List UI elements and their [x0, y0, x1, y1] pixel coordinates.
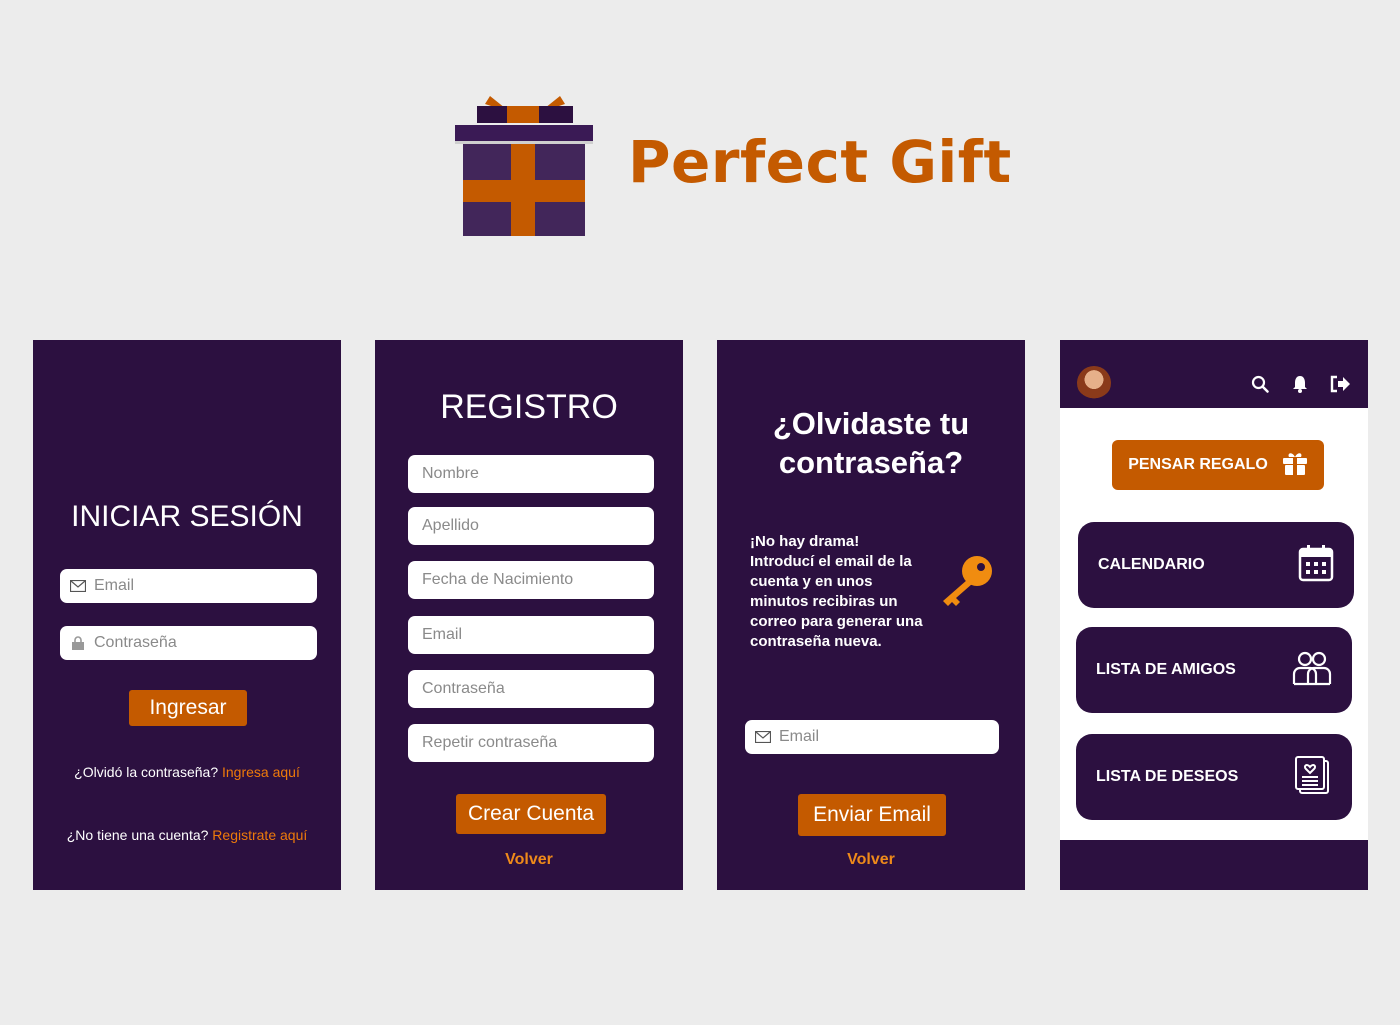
message-line: contraseña nueva. — [750, 633, 882, 650]
field-placeholder: Nombre — [422, 465, 479, 482]
message-line: cuenta y en unos — [750, 573, 873, 590]
envelope-icon — [755, 729, 771, 745]
wishlist-icon — [1294, 755, 1332, 800]
brand-title: Perfect Gift — [628, 128, 1012, 196]
birthdate-field[interactable]: Fecha de Nacimiento — [408, 561, 654, 599]
message-line: correo para generar una — [750, 613, 923, 630]
field-placeholder: Contraseña — [422, 680, 505, 697]
key-icon — [939, 553, 995, 614]
card-label: LISTA DE DESEOS — [1096, 768, 1239, 785]
forgot-password-screen: ¿Olvidaste tu contraseña? ¡No hay drama!… — [717, 340, 1025, 890]
search-icon[interactable] — [1250, 374, 1270, 394]
password-field[interactable]: Contraseña — [408, 670, 654, 708]
message-line: Introducí el email de la — [750, 553, 912, 570]
bell-icon[interactable] — [1290, 374, 1310, 394]
field-placeholder: Repetir contraseña — [422, 734, 558, 751]
field-placeholder: Email — [422, 626, 463, 643]
password-field[interactable]: Contraseña — [60, 626, 317, 660]
email-placeholder: Email — [94, 577, 135, 594]
field-placeholder: Fecha de Nacimiento — [422, 571, 574, 588]
forgot-text: ¿Olvidó la contraseña? — [74, 764, 219, 780]
friends-icon — [1292, 650, 1332, 691]
forgot-password-row: ¿Olvidó la contraseña? Ingresa aquí — [33, 764, 341, 780]
signup-text: ¿No tiene una cuenta? — [66, 827, 209, 843]
calendar-card[interactable]: CALENDARIO — [1078, 522, 1354, 608]
think-gift-button[interactable]: PENSAR REGALO — [1112, 440, 1324, 490]
surname-field[interactable]: Apellido — [408, 507, 654, 545]
email-field[interactable]: Email — [745, 720, 999, 754]
password-placeholder: Contraseña — [94, 634, 177, 651]
forgot-title-line: contraseña? — [778, 445, 964, 480]
email-placeholder: Email — [779, 728, 820, 745]
repeat-password-field[interactable]: Repetir contraseña — [408, 724, 654, 762]
friends-card[interactable]: LISTA DE AMIGOS — [1076, 627, 1352, 713]
wishlist-card[interactable]: LISTA DE DESEOS — [1076, 734, 1352, 820]
card-label: CALENDARIO — [1098, 556, 1205, 573]
back-link[interactable]: Volver — [375, 851, 683, 869]
card-label: LISTA DE AMIGOS — [1096, 661, 1236, 678]
send-email-button[interactable]: Enviar Email — [798, 794, 946, 836]
login-screen: INICIAR SESIÓN Email Contraseña Ingresar… — [33, 340, 341, 890]
signup-row: ¿No tiene una cuenta? Registrate aquí — [33, 827, 341, 843]
avatar[interactable] — [1077, 366, 1111, 400]
login-title: INICIAR SESIÓN — [71, 500, 303, 533]
register-title: REGISTRO — [440, 388, 618, 426]
create-account-button[interactable]: Crear Cuenta — [456, 794, 606, 834]
login-button[interactable]: Ingresar — [129, 690, 247, 726]
back-link[interactable]: Volver — [717, 851, 1025, 869]
top-bar — [1060, 340, 1368, 408]
message-line: minutos recibiras un — [750, 593, 898, 610]
envelope-icon — [70, 578, 86, 594]
signup-link[interactable]: Registrate aquí — [212, 827, 307, 843]
forgot-title-line: ¿Olvidaste tu — [772, 406, 970, 441]
gift-box-icon — [455, 88, 595, 243]
lock-icon — [70, 635, 86, 651]
message-line: ¡No hay drama! — [750, 533, 860, 550]
email-field[interactable]: Email — [60, 569, 317, 603]
home-screen: PENSAR REGALO CALENDARIO LISTA DE AMIGOS… — [1060, 340, 1368, 890]
think-gift-label: PENSAR REGALO — [1128, 456, 1268, 473]
forgot-message: ¡No hay drama! Introducí el email de la … — [750, 532, 923, 652]
forgot-title: ¿Olvidaste tu contraseña? — [717, 404, 1025, 482]
field-placeholder: Apellido — [422, 517, 479, 534]
bottom-bar — [1060, 840, 1368, 890]
logout-icon[interactable] — [1330, 374, 1350, 394]
forgot-link[interactable]: Ingresa aquí — [222, 764, 300, 780]
gift-icon — [1282, 450, 1308, 481]
email-field[interactable]: Email — [408, 616, 654, 654]
register-screen: REGISTRO Nombre Apellido Fecha de Nacimi… — [375, 340, 683, 890]
name-field[interactable]: Nombre — [408, 455, 654, 493]
calendar-icon — [1298, 544, 1334, 587]
